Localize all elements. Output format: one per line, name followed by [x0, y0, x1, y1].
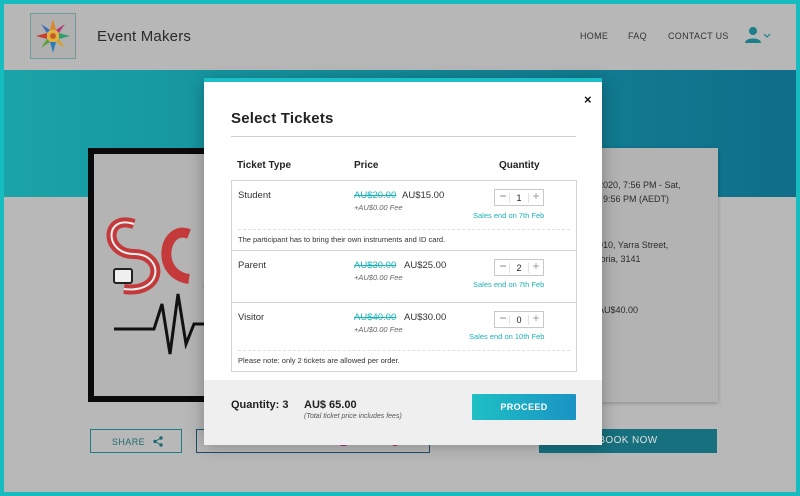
site-header: Event Makers HOME FAQ CONTACT US	[4, 4, 796, 70]
row-divider	[238, 350, 570, 351]
quantity-value[interactable]: 1	[509, 193, 529, 203]
ticket-original-price: AU$30.00	[354, 260, 397, 271]
sun-logo-icon	[36, 19, 70, 53]
quantity-value[interactable]: 0	[509, 315, 529, 325]
user-menu[interactable]	[744, 26, 772, 44]
row-divider	[238, 229, 570, 230]
sales-end-date: Sales end on 7th Feb	[473, 280, 545, 289]
event-price: AU$40.00	[598, 305, 639, 315]
title-divider	[231, 136, 576, 137]
ticket-fee: +AU$0.00 Fee	[354, 325, 403, 334]
column-header-quantity: Quantity	[499, 160, 540, 171]
quantity-stepper: − 0 +	[494, 311, 544, 328]
ticket-price: AU$15.00	[402, 190, 445, 201]
total-price: AU$ 65.00	[304, 399, 357, 411]
modal-footer: Quantity: 3 AU$ 65.00 (Total ticket pric…	[204, 380, 602, 445]
ticket-original-price: AU$20.00	[354, 190, 397, 201]
increase-button[interactable]: +	[531, 189, 541, 203]
ticket-price: AU$30.00	[404, 312, 447, 323]
row-border	[232, 302, 576, 303]
share-label: SHARE	[112, 437, 146, 447]
order-limit-note: Please note: only 2 tickets are allowed …	[238, 356, 400, 365]
ticket-fee: +AU$0.00 Fee	[354, 203, 403, 212]
ticket-name: Parent	[238, 260, 266, 271]
decrease-button[interactable]: −	[498, 259, 508, 273]
ticket-fee: +AU$0.00 Fee	[354, 273, 403, 282]
increase-button[interactable]: +	[531, 259, 541, 273]
proceed-button[interactable]: PROCEED	[472, 394, 576, 420]
event-date-line-2: , 9:56 PM (AEDT)	[598, 194, 670, 204]
decrease-button[interactable]: −	[498, 189, 508, 203]
sales-end-date: Sales end on 10th Feb	[469, 332, 545, 341]
brand-logo[interactable]	[30, 13, 76, 59]
share-button[interactable]: SHARE	[90, 429, 182, 453]
row-border	[232, 250, 576, 251]
tickets-table: Student AU$20.00 AU$15.00 +AU$0.00 Fee −…	[231, 180, 577, 372]
total-price-note: (Total ticket price includes fees)	[304, 413, 402, 420]
close-icon[interactable]: ×	[584, 92, 592, 107]
ticket-price: AU$25.00	[404, 260, 447, 271]
nav-contact-us[interactable]: CONTACT US	[668, 31, 729, 41]
ticket-original-price: AU$40.00	[354, 312, 397, 323]
nav-home[interactable]: HOME	[580, 31, 608, 41]
quantity-stepper: − 1 +	[494, 189, 544, 206]
total-quantity: Quantity: 3	[231, 399, 289, 411]
increase-button[interactable]: +	[531, 311, 541, 325]
select-tickets-modal: × Select Tickets Ticket Type Price Quant…	[204, 78, 602, 445]
page: Event Makers HOME FAQ CONTACT US 2020, 7…	[4, 4, 796, 492]
event-address-line-1: 910, Yarra Street,	[598, 240, 669, 250]
nav-faq[interactable]: FAQ	[628, 31, 647, 41]
sales-end-date: Sales end on 7th Feb	[473, 211, 545, 220]
column-header-price: Price	[354, 160, 379, 171]
quantity-value[interactable]: 2	[509, 263, 529, 273]
column-header-ticket-type: Ticket Type	[237, 160, 292, 171]
decrease-button[interactable]: −	[498, 311, 508, 325]
ticket-name: Student	[238, 190, 271, 201]
modal-title: Select Tickets	[231, 110, 334, 127]
event-address-line-2: toria, 3141	[598, 254, 641, 264]
share-icon	[153, 436, 163, 447]
quantity-stepper: − 2 +	[494, 259, 544, 276]
event-date-line-1: 2020, 7:56 PM - Sat,	[598, 180, 681, 190]
user-icon	[745, 27, 771, 43]
brand-name: Event Makers	[97, 28, 192, 45]
ticket-note: The participant has to bring their own i…	[238, 235, 446, 244]
event-details-card: 2020, 7:56 PM - Sat, , 9:56 PM (AEDT) 91…	[598, 148, 718, 402]
ticket-name: Visitor	[238, 312, 265, 323]
